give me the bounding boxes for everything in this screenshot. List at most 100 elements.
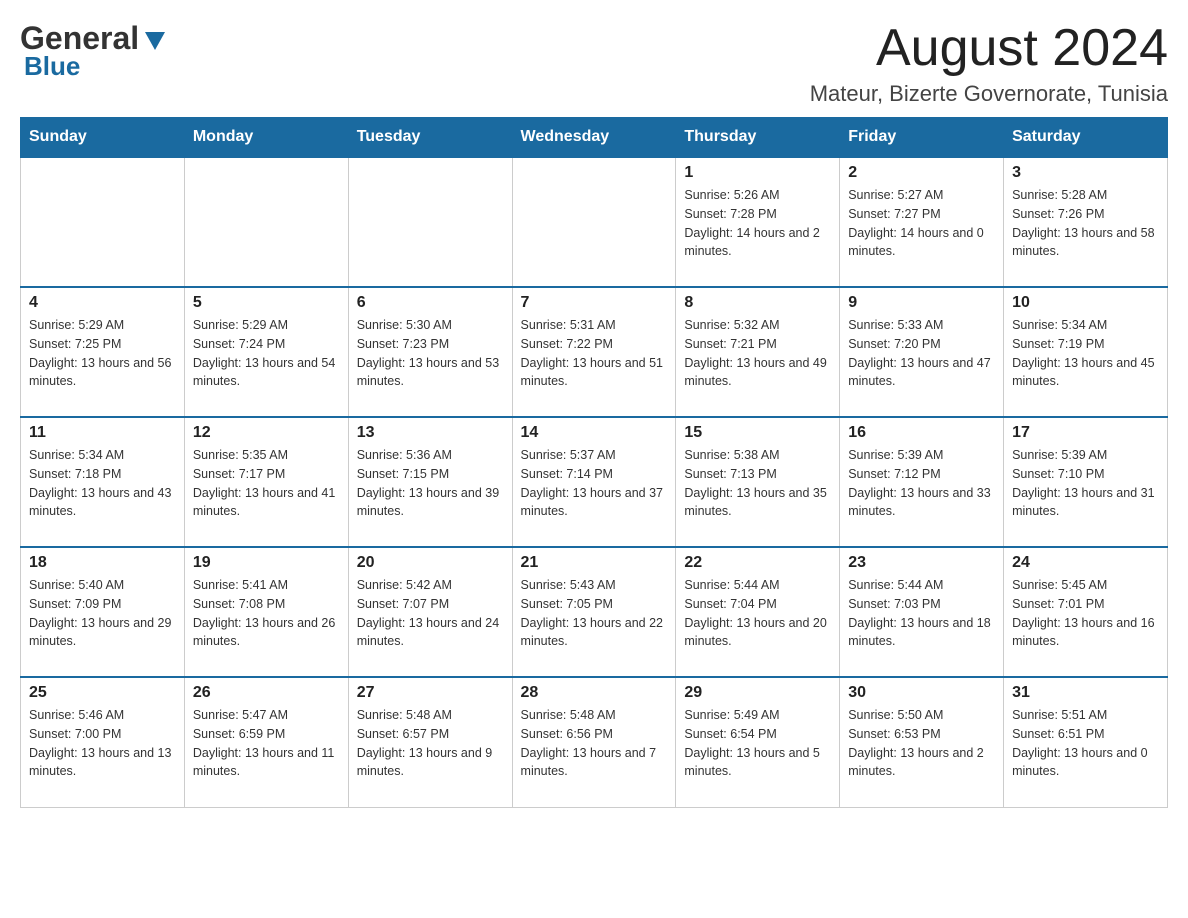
day-number: 6 xyxy=(357,294,504,312)
day-number: 7 xyxy=(521,294,668,312)
day-number: 9 xyxy=(848,294,995,312)
cell-week5-day3: 28Sunrise: 5:48 AMSunset: 6:56 PMDayligh… xyxy=(512,677,676,807)
title-section: August 2024 Mateur, Bizerte Governorate,… xyxy=(810,20,1168,107)
day-number: 15 xyxy=(684,424,831,442)
cell-week3-day2: 13Sunrise: 5:36 AMSunset: 7:15 PMDayligh… xyxy=(348,417,512,547)
day-number: 21 xyxy=(521,554,668,572)
cell-week3-day0: 11 Sunrise: 5:34 AMSunset: 7:18 PMDayligh… xyxy=(21,417,185,547)
header-thursday: Thursday xyxy=(676,118,840,158)
day-info: Sunrise: 5:29 AMSunset: 7:25 PMDaylight:… xyxy=(29,316,176,391)
day-number: 31 xyxy=(1012,684,1159,702)
day-info: Sunrise: 5:34 AMSunset: 7:18 PMDaylight:… xyxy=(29,446,176,521)
day-info: Sunrise: 5:26 AMSunset: 7:28 PMDaylight:… xyxy=(684,186,831,261)
cell-week1-day2 xyxy=(348,157,512,287)
day-number: 3 xyxy=(1012,164,1159,182)
day-info: Sunrise: 5:40 AMSunset: 7:09 PMDaylight:… xyxy=(29,576,176,651)
day-number: 8 xyxy=(684,294,831,312)
header-saturday: Saturday xyxy=(1004,118,1168,158)
day-info: Sunrise: 5:42 AMSunset: 7:07 PMDaylight:… xyxy=(357,576,504,651)
day-info: Sunrise: 5:43 AMSunset: 7:05 PMDaylight:… xyxy=(521,576,668,651)
day-info: Sunrise: 5:32 AMSunset: 7:21 PMDaylight:… xyxy=(684,316,831,391)
week-row-1: 1Sunrise: 5:26 AMSunset: 7:28 PMDaylight… xyxy=(21,157,1168,287)
cell-week4-day4: 22 Sunrise: 5:44 AMSunset: 7:04 PMDayligh… xyxy=(676,547,840,677)
calendar-header-row: Sunday Monday Tuesday Wednesday Thursday… xyxy=(21,118,1168,158)
day-info: Sunrise: 5:45 AMSunset: 7:01 PMDaylight:… xyxy=(1012,576,1159,651)
day-number: 17 xyxy=(1012,424,1159,442)
week-row-4: 18 Sunrise: 5:40 AMSunset: 7:09 PMDayligh… xyxy=(21,547,1168,677)
cell-week3-day1: 12Sunrise: 5:35 AMSunset: 7:17 PMDayligh… xyxy=(184,417,348,547)
day-number: 2 xyxy=(848,164,995,182)
cell-week1-day0 xyxy=(21,157,185,287)
cell-week1-day3 xyxy=(512,157,676,287)
logo-triangle-icon xyxy=(141,26,169,54)
header-wednesday: Wednesday xyxy=(512,118,676,158)
day-info: Sunrise: 5:39 AMSunset: 7:10 PMDaylight:… xyxy=(1012,446,1159,521)
day-info: Sunrise: 5:29 AMSunset: 7:24 PMDaylight:… xyxy=(193,316,340,391)
day-number: 23 xyxy=(848,554,995,572)
day-number: 13 xyxy=(357,424,504,442)
header-tuesday: Tuesday xyxy=(348,118,512,158)
day-number: 29 xyxy=(684,684,831,702)
day-info: Sunrise: 5:44 AMSunset: 7:04 PMDaylight:… xyxy=(684,576,831,651)
day-info: Sunrise: 5:39 AMSunset: 7:12 PMDaylight:… xyxy=(848,446,995,521)
day-number: 26 xyxy=(193,684,340,702)
cell-week2-day6: 10 Sunrise: 5:34 AMSunset: 7:19 PMDayligh… xyxy=(1004,287,1168,417)
cell-week1-day1 xyxy=(184,157,348,287)
day-number: 4 xyxy=(29,294,176,312)
day-info: Sunrise: 5:30 AMSunset: 7:23 PMDaylight:… xyxy=(357,316,504,391)
cell-week1-day5: 2 Sunrise: 5:27 AMSunset: 7:27 PMDaylight… xyxy=(840,157,1004,287)
cell-week4-day3: 21 Sunrise: 5:43 AMSunset: 7:05 PMDayligh… xyxy=(512,547,676,677)
month-title: August 2024 xyxy=(810,20,1168,77)
day-info: Sunrise: 5:49 AMSunset: 6:54 PMDaylight:… xyxy=(684,706,831,781)
day-number: 10 xyxy=(1012,294,1159,312)
cell-week2-day3: 7 Sunrise: 5:31 AMSunset: 7:22 PMDaylight… xyxy=(512,287,676,417)
header-monday: Monday xyxy=(184,118,348,158)
cell-week2-day1: 5 Sunrise: 5:29 AMSunset: 7:24 PMDaylight… xyxy=(184,287,348,417)
day-info: Sunrise: 5:46 AMSunset: 7:00 PMDaylight:… xyxy=(29,706,176,781)
header-sunday: Sunday xyxy=(21,118,185,158)
day-number: 30 xyxy=(848,684,995,702)
day-info: Sunrise: 5:34 AMSunset: 7:19 PMDaylight:… xyxy=(1012,316,1159,391)
cell-week2-day2: 6 Sunrise: 5:30 AMSunset: 7:23 PMDaylight… xyxy=(348,287,512,417)
cell-week3-day5: 16Sunrise: 5:39 AMSunset: 7:12 PMDayligh… xyxy=(840,417,1004,547)
cell-week1-day4: 1Sunrise: 5:26 AMSunset: 7:28 PMDaylight… xyxy=(676,157,840,287)
day-number: 22 xyxy=(684,554,831,572)
cell-week5-day6: 31 Sunrise: 5:51 AMSunset: 6:51 PMDayligh… xyxy=(1004,677,1168,807)
cell-week4-day6: 24 Sunrise: 5:45 AMSunset: 7:01 PMDayligh… xyxy=(1004,547,1168,677)
cell-week3-day3: 14 Sunrise: 5:37 AMSunset: 7:14 PMDayligh… xyxy=(512,417,676,547)
cell-week2-day0: 4 Sunrise: 5:29 AMSunset: 7:25 PMDaylight… xyxy=(21,287,185,417)
day-info: Sunrise: 5:41 AMSunset: 7:08 PMDaylight:… xyxy=(193,576,340,651)
cell-week5-day4: 29 Sunrise: 5:49 AMSunset: 6:54 PMDayligh… xyxy=(676,677,840,807)
day-number: 14 xyxy=(521,424,668,442)
day-info: Sunrise: 5:47 AMSunset: 6:59 PMDaylight:… xyxy=(193,706,340,781)
day-info: Sunrise: 5:38 AMSunset: 7:13 PMDaylight:… xyxy=(684,446,831,521)
page-header: General Blue August 2024 Mateur, Bizerte… xyxy=(20,20,1168,107)
day-number: 28 xyxy=(521,684,668,702)
day-info: Sunrise: 5:48 AMSunset: 6:57 PMDaylight:… xyxy=(357,706,504,781)
cell-week3-day4: 15 Sunrise: 5:38 AMSunset: 7:13 PMDayligh… xyxy=(676,417,840,547)
cell-week1-day6: 3Sunrise: 5:28 AMSunset: 7:26 PMDaylight… xyxy=(1004,157,1168,287)
day-info: Sunrise: 5:44 AMSunset: 7:03 PMDaylight:… xyxy=(848,576,995,651)
day-number: 20 xyxy=(357,554,504,572)
cell-week5-day2: 27 Sunrise: 5:48 AMSunset: 6:57 PMDayligh… xyxy=(348,677,512,807)
day-number: 19 xyxy=(193,554,340,572)
cell-week2-day5: 9 Sunrise: 5:33 AMSunset: 7:20 PMDaylight… xyxy=(840,287,1004,417)
day-number: 18 xyxy=(29,554,176,572)
day-number: 5 xyxy=(193,294,340,312)
day-info: Sunrise: 5:51 AMSunset: 6:51 PMDaylight:… xyxy=(1012,706,1159,781)
location-title: Mateur, Bizerte Governorate, Tunisia xyxy=(810,81,1168,107)
day-number: 24 xyxy=(1012,554,1159,572)
header-friday: Friday xyxy=(840,118,1004,158)
day-info: Sunrise: 5:27 AMSunset: 7:27 PMDaylight:… xyxy=(848,186,995,261)
day-info: Sunrise: 5:31 AMSunset: 7:22 PMDaylight:… xyxy=(521,316,668,391)
day-info: Sunrise: 5:33 AMSunset: 7:20 PMDaylight:… xyxy=(848,316,995,391)
cell-week4-day1: 19 Sunrise: 5:41 AMSunset: 7:08 PMDayligh… xyxy=(184,547,348,677)
day-number: 27 xyxy=(357,684,504,702)
week-row-2: 4 Sunrise: 5:29 AMSunset: 7:25 PMDaylight… xyxy=(21,287,1168,417)
day-info: Sunrise: 5:50 AMSunset: 6:53 PMDaylight:… xyxy=(848,706,995,781)
week-row-3: 11 Sunrise: 5:34 AMSunset: 7:18 PMDayligh… xyxy=(21,417,1168,547)
day-info: Sunrise: 5:37 AMSunset: 7:14 PMDaylight:… xyxy=(521,446,668,521)
logo-blue: Blue xyxy=(24,51,80,82)
cell-week5-day1: 26 Sunrise: 5:47 AMSunset: 6:59 PMDayligh… xyxy=(184,677,348,807)
day-number: 11 xyxy=(29,424,176,442)
